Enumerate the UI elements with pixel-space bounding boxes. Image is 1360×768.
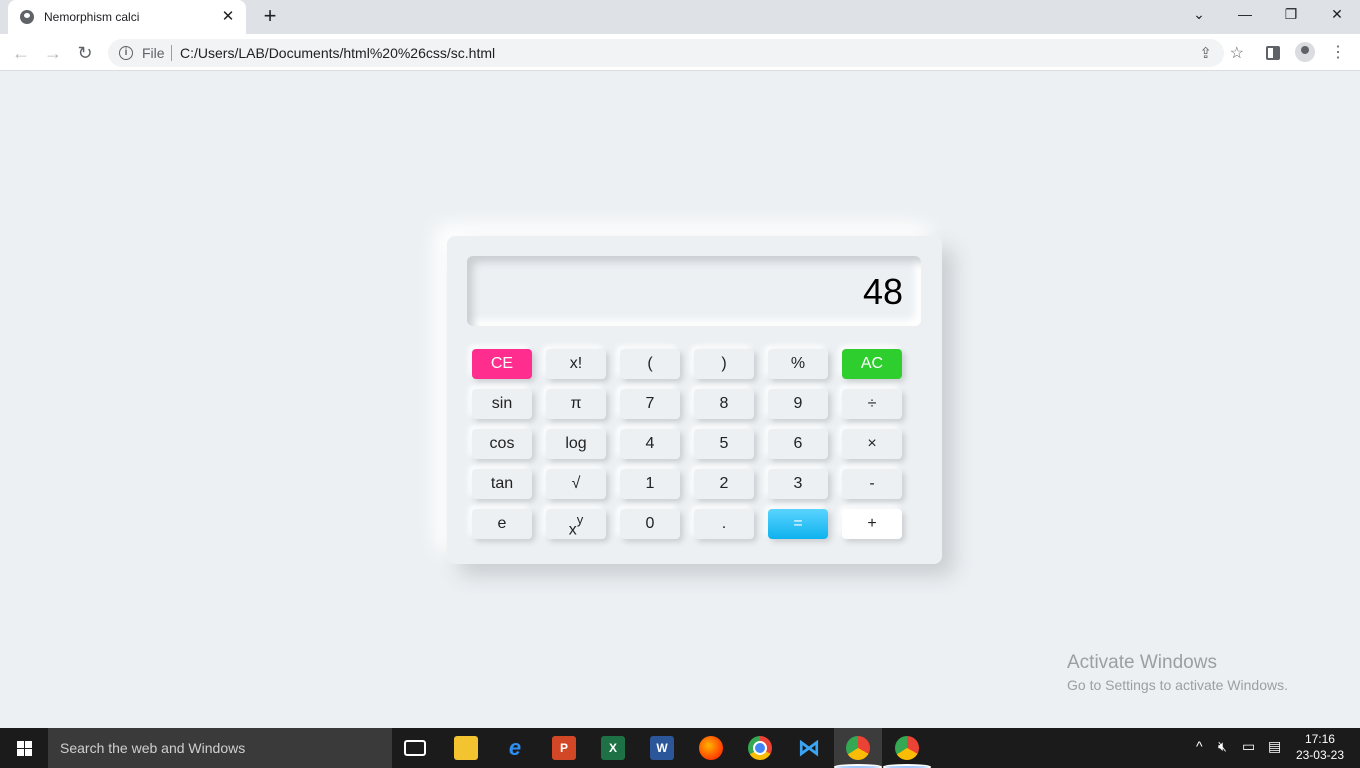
multiply-button[interactable]: ×	[842, 429, 902, 459]
firefox-icon[interactable]	[699, 736, 723, 760]
task-view-icon[interactable]	[404, 740, 426, 756]
subtract-button[interactable]: -	[842, 469, 902, 499]
pi-button[interactable]: π	[546, 389, 606, 419]
file-explorer-icon[interactable]	[454, 736, 478, 760]
equals-button[interactable]: =	[768, 509, 828, 539]
divide-button[interactable]: ÷	[842, 389, 902, 419]
address-url[interactable]: C:/Users/LAB/Documents/html%20%26css/sc.…	[180, 45, 495, 61]
powerpoint-icon[interactable]: P	[552, 736, 576, 760]
clock-date: 23-03-23	[1295, 748, 1344, 762]
decimal-button[interactable]: .	[694, 509, 754, 539]
address-bar[interactable]: i File C:/Users/LAB/Documents/html%20%26…	[108, 39, 1244, 67]
taskbar-search-placeholder: Search the web and Windows	[60, 740, 246, 756]
euler-button[interactable]: e	[472, 509, 532, 539]
cos-button[interactable]: cos	[472, 429, 532, 459]
digit-6-button[interactable]: 6	[768, 429, 828, 459]
internet-explorer-icon[interactable]: e	[503, 736, 527, 760]
profile-avatar-icon[interactable]	[1295, 42, 1315, 62]
menu-kebab-icon[interactable]: ⋮	[1328, 43, 1348, 63]
forward-arrow-icon[interactable]: →	[40, 40, 66, 66]
word-icon[interactable]: W	[650, 736, 674, 760]
restore-button[interactable]: ❐	[1268, 0, 1314, 30]
tab-title: Nemorphism calci	[44, 10, 140, 24]
digit-2-button[interactable]: 2	[694, 469, 754, 499]
add-button[interactable]: +	[842, 509, 902, 539]
activation-watermark-subtitle: Go to Settings to activate Windows.	[1067, 677, 1288, 693]
calculator: 48 CE x! ( ) % AC sin π 7 8 9 ÷ cos log …	[447, 236, 942, 564]
digit-1-button[interactable]: 1	[620, 469, 680, 499]
chrome-icon[interactable]	[748, 736, 772, 760]
tab-close-button[interactable]: ✕	[218, 7, 238, 27]
new-tab-button[interactable]: +	[258, 5, 282, 29]
chrome-profile-icon[interactable]	[885, 736, 929, 768]
chrome-icon-active[interactable]	[836, 736, 880, 768]
power-exponent: y	[576, 512, 584, 527]
display-value: 48	[862, 271, 903, 312]
factorial-button[interactable]: x!	[546, 349, 606, 379]
side-panel-icon[interactable]	[1266, 46, 1280, 60]
network-icon[interactable]: ▭	[1242, 738, 1255, 755]
browser-tab-strip: Nemorphism calci ✕ + ⌄ — ❐ ✕	[0, 0, 1360, 34]
tan-button[interactable]: tan	[472, 469, 532, 499]
clock-time: 17:16	[1304, 732, 1335, 746]
taskbar: Search the web and Windows e P X W ⋈ ^ 🔇…	[0, 728, 1360, 768]
volume-muted-icon[interactable]: 🔇︎	[1218, 738, 1227, 755]
back-arrow-icon[interactable]: ←	[8, 40, 34, 66]
minimize-button[interactable]: —	[1222, 0, 1268, 30]
all-clear-button[interactable]: AC	[842, 349, 902, 379]
windows-start-icon[interactable]	[0, 728, 48, 768]
digit-8-button[interactable]: 8	[694, 389, 754, 419]
power-button[interactable]: xy	[546, 509, 606, 539]
site-scheme-label: File	[142, 45, 165, 61]
digit-9-button[interactable]: 9	[768, 389, 828, 419]
info-icon[interactable]: i	[119, 46, 133, 60]
percent-button[interactable]: %	[768, 349, 828, 379]
log-button[interactable]: log	[546, 429, 606, 459]
globe-icon	[20, 10, 34, 24]
digit-0-button[interactable]: 0	[620, 509, 680, 539]
clear-entry-button[interactable]: CE	[472, 349, 532, 379]
browser-toolbar: ← → ↻ i File C:/Users/LAB/Documents/html…	[0, 34, 1360, 71]
open-paren-button[interactable]: (	[620, 349, 680, 379]
reload-icon[interactable]: ↻	[72, 40, 98, 66]
sqrt-button[interactable]: √	[546, 469, 606, 499]
calculator-display: 48	[467, 256, 921, 326]
digit-7-button[interactable]: 7	[620, 389, 680, 419]
power-base: x	[568, 521, 577, 539]
excel-icon[interactable]: X	[601, 736, 625, 760]
taskbar-search-box[interactable]: Search the web and Windows	[48, 728, 392, 768]
digit-5-button[interactable]: 5	[694, 429, 754, 459]
bookmark-star-icon[interactable]: ☆	[1230, 43, 1244, 63]
vscode-icon[interactable]: ⋈	[797, 736, 821, 760]
action-center-icon[interactable]: ▤	[1268, 738, 1281, 755]
digit-3-button[interactable]: 3	[768, 469, 828, 499]
close-window-button[interactable]: ✕	[1314, 0, 1360, 30]
activation-watermark-title: Activate Windows	[1067, 652, 1217, 673]
tab-search-button[interactable]: ⌄	[1176, 0, 1222, 30]
taskbar-clock[interactable]: 17:16 23-03-23	[1296, 731, 1344, 763]
tab-active[interactable]: Nemorphism calci ✕	[8, 0, 246, 34]
show-hidden-icons-icon[interactable]: ^	[1196, 738, 1203, 754]
close-paren-button[interactable]: )	[694, 349, 754, 379]
share-icon[interactable]: ⇪	[1199, 44, 1212, 62]
digit-4-button[interactable]: 4	[620, 429, 680, 459]
sin-button[interactable]: sin	[472, 389, 532, 419]
address-separator	[171, 45, 172, 61]
